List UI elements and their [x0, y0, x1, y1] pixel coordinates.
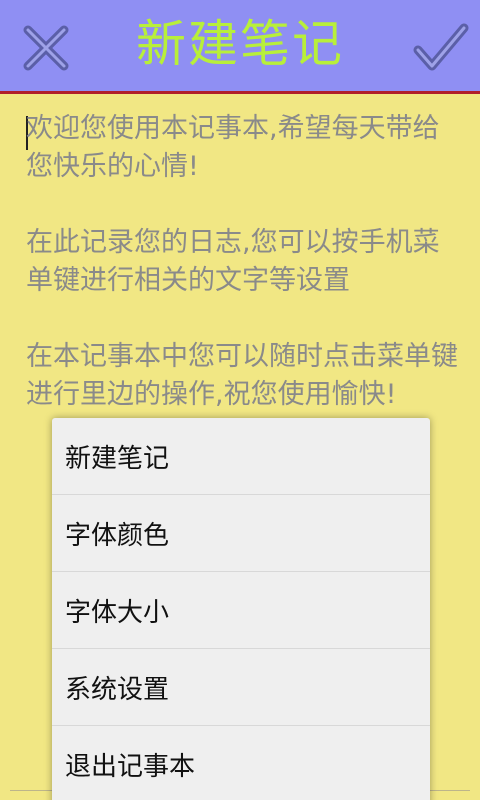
note-text-area[interactable]: 欢迎您使用本记事本,希望每天带给您快乐的心情! 在此记录您的日志,您可以按手机菜…: [26, 110, 466, 452]
options-menu: 新建笔记 字体颜色 字体大小 系统设置 退出记事本: [52, 418, 430, 800]
title-bar: 新建笔记: [0, 0, 480, 94]
page-title: 新建笔记: [136, 15, 344, 73]
menu-item-label: 系统设置: [65, 674, 170, 705]
note-paragraph: 欢迎您使用本记事本,希望每天带给您快乐的心情!: [26, 113, 440, 182]
menu-item-settings[interactable]: 系统设置: [52, 649, 430, 726]
menu-item-font-size[interactable]: 字体大小: [52, 572, 430, 649]
menu-item-label: 字体大小: [65, 597, 170, 628]
note-paragraph: 在此记录您的日志,您可以按手机菜单键进行相关的文字等设置: [26, 227, 440, 296]
menu-item-font-color[interactable]: 字体颜色: [52, 495, 430, 572]
new-note-screen: 新建笔记 欢迎您使用本记事本,希望每天带给您快乐的心情! 在此记录您的日志,您可…: [0, 0, 480, 800]
menu-item-new-note[interactable]: 新建笔记: [52, 418, 430, 495]
note-paragraph: 在本记事本中您可以随时点击菜单键进行里边的操作,祝您使用愉快!: [26, 341, 458, 410]
confirm-button[interactable]: [410, 18, 470, 78]
menu-item-label: 字体颜色: [65, 520, 170, 551]
menu-item-label: 退出记事本: [65, 751, 196, 782]
menu-item-label: 新建笔记: [65, 443, 170, 474]
check-icon: [413, 23, 469, 71]
menu-item-exit[interactable]: 退出记事本: [52, 726, 430, 800]
